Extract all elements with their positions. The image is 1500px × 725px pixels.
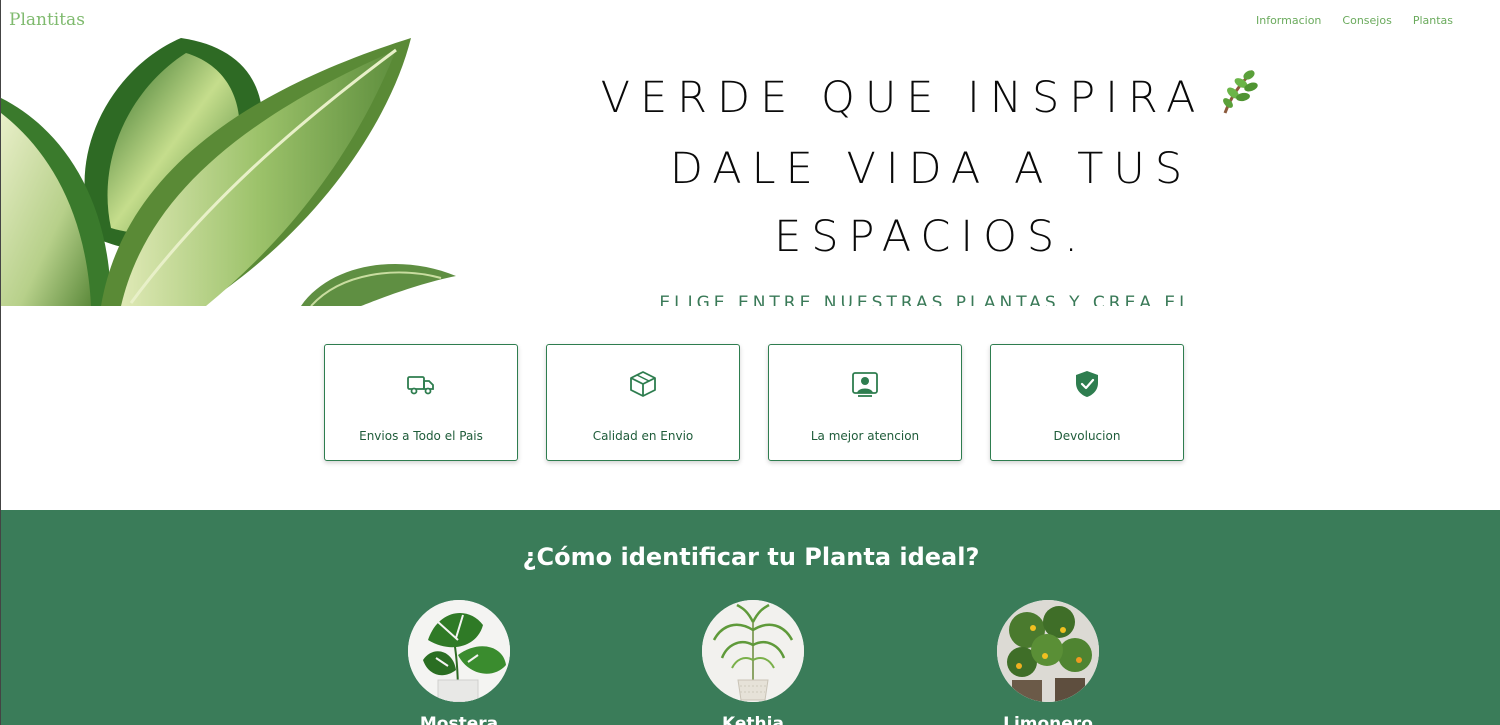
plant-name: Limonero (1003, 714, 1093, 725)
hero-subline: ELIGE ENTRE NUESTRAS PLANTAS Y CREA EL (659, 293, 1193, 306)
hero-headline: VERDE QUE INSPIRA DALE VIDA A TUS ESPACI… (521, 64, 1341, 271)
feature-label: Devolucion (1053, 429, 1121, 443)
top-nav: Plantitas Informacion Consejos Plantas (1, 0, 1500, 40)
section-title: ¿Cómo identificar tu Planta ideal? (522, 543, 980, 571)
feature-card-calidad: Calidad en Envio (546, 344, 740, 461)
feature-label: Calidad en Envio (592, 429, 694, 443)
hero-subline-clip: ELIGE ENTRE NUESTRAS PLANTAS Y CREA EL (601, 292, 1251, 306)
headline-line-2: DALE VIDA A TUS (669, 143, 1193, 194)
plant-image-limonero (997, 600, 1099, 702)
shield-check-icon (1072, 369, 1102, 399)
feature-label: La mejor atencion (810, 429, 920, 443)
plant-guide-section: ¿Cómo identificar tu Planta ideal? Moste… (1, 510, 1500, 725)
plant-card-mostera[interactable]: Mostera (408, 600, 510, 725)
nav-link-consejos[interactable]: Consejos (1342, 14, 1391, 27)
plant-card-kethia[interactable]: Kethia (702, 600, 804, 725)
nav-links: Informacion Consejos Plantas (1256, 14, 1453, 27)
nav-link-plantas[interactable]: Plantas (1413, 14, 1453, 27)
plant-image-mostera (408, 600, 510, 702)
hero-leaves-image (1, 38, 461, 306)
plant-card-limonero[interactable]: Limonero (997, 600, 1099, 725)
feature-card-atencion: La mejor atencion (768, 344, 962, 461)
headline-line-1: VERDE QUE INSPIRA (600, 73, 1206, 123)
brand-logo[interactable]: Plantitas (9, 10, 85, 30)
truck-icon (406, 369, 436, 399)
support-agent-icon (850, 369, 880, 399)
plant-image-kethia (702, 600, 804, 702)
leaf-emoji-icon (1215, 67, 1261, 135)
headline-line-3: ESPACIOS. (774, 211, 1088, 262)
feature-card-devolucion: Devolucion (990, 344, 1184, 461)
plant-name: Mostera (419, 714, 499, 725)
feature-card-envios: Envios a Todo el Pais (324, 344, 518, 461)
box-icon (628, 369, 658, 399)
nav-link-informacion[interactable]: Informacion (1256, 14, 1321, 27)
plant-name: Kethia (722, 714, 784, 725)
features-row: Envios a Todo el Pais Calidad en Envio L… (324, 344, 1184, 461)
feature-label: Envios a Todo el Pais (359, 429, 483, 443)
